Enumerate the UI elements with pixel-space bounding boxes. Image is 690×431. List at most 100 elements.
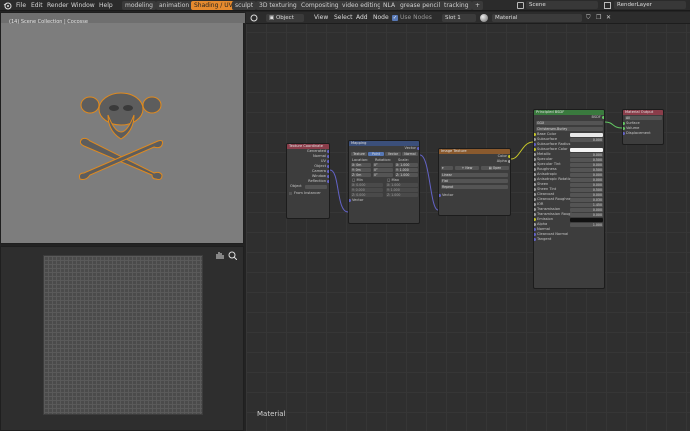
node-editor[interactable]: ▣ Object View Select Add Node ✓ Use Node…: [246, 12, 690, 431]
socket-dot[interactable]: [534, 173, 536, 176]
tab-3d-texturing[interactable]: 3D texturing: [256, 1, 300, 10]
mapping-node[interactable]: Mapping Vector Texture Point Vector Norm…: [348, 140, 420, 224]
socket-dot[interactable]: [327, 155, 329, 158]
object-field[interactable]: [305, 185, 327, 189]
extension-dropdown[interactable]: Repeat: [441, 185, 508, 189]
input-socket[interactable]: Vector: [439, 193, 510, 198]
interpolation-dropdown[interactable]: Linear: [441, 173, 508, 177]
material-output-node[interactable]: Material Output All Surface Volume Displ…: [622, 109, 664, 145]
socket-dot[interactable]: [327, 165, 329, 168]
socket-dot[interactable]: [534, 218, 536, 221]
socket-dot[interactable]: [327, 160, 329, 163]
uv-canvas[interactable]: [43, 255, 203, 415]
socket-dot[interactable]: [534, 138, 536, 141]
tab-texture[interactable]: Texture: [351, 152, 367, 156]
distribution-dropdown[interactable]: GGX: [536, 121, 603, 125]
socket-dot[interactable]: [534, 228, 536, 231]
tab-vector[interactable]: Vector: [385, 152, 401, 156]
socket-dot[interactable]: [534, 133, 536, 136]
texture-coordinate-node[interactable]: Texture Coordinate Generated Normal UV O…: [286, 143, 330, 219]
socket-dot[interactable]: [439, 194, 441, 197]
tab-video-editing[interactable]: video editing: [339, 1, 385, 10]
image-editor[interactable]: [0, 246, 244, 431]
scene-selector[interactable]: Scene: [526, 1, 598, 9]
menu-edit[interactable]: Edit: [31, 2, 43, 9]
blender-logo-icon[interactable]: [3, 1, 12, 10]
socket-dot[interactable]: [534, 198, 536, 201]
input-socket[interactable]: Displacement: [623, 131, 663, 136]
tab-compositing[interactable]: Compositing: [298, 1, 342, 10]
socket-dot[interactable]: [327, 175, 329, 178]
input-socket[interactable]: Tangent: [534, 237, 604, 242]
scale-x-field[interactable]: X: 1.000: [395, 163, 418, 167]
menu-render[interactable]: Render: [47, 2, 68, 9]
3d-viewport[interactable]: (14) Scene Collection | Cocosse: [0, 12, 245, 244]
rotation-y-field[interactable]: 0°: [373, 168, 393, 172]
socket-dot[interactable]: [349, 199, 351, 202]
socket-dot[interactable]: [534, 203, 536, 206]
render-layer-selector[interactable]: RenderLayer: [614, 1, 686, 9]
browse-image-button[interactable]: ▾: [441, 166, 453, 170]
tab-tracking[interactable]: tracking: [441, 1, 472, 10]
tab-point[interactable]: Point: [368, 152, 384, 156]
rotation-x-field[interactable]: 0°: [373, 163, 393, 167]
socket-dot[interactable]: [417, 147, 419, 150]
tab-normal[interactable]: Normal: [402, 152, 418, 156]
socket-dot[interactable]: [534, 148, 536, 151]
socket-dot[interactable]: [508, 155, 510, 158]
zoom-icon[interactable]: [228, 251, 238, 261]
socket-dot[interactable]: [534, 193, 536, 196]
socket-dot[interactable]: [623, 122, 625, 125]
socket-dot[interactable]: [534, 153, 536, 156]
socket-dot[interactable]: [534, 143, 536, 146]
socket-dot[interactable]: [534, 213, 536, 216]
image-texture-node[interactable]: Image Texture Color Alpha ▾ + New ▤ Open…: [438, 148, 511, 216]
open-image-button[interactable]: ▤ Open: [481, 166, 509, 170]
location-z-field[interactable]: Z: 0m: [351, 173, 371, 177]
socket-dot[interactable]: [327, 150, 329, 153]
input-socket[interactable]: Vector: [349, 198, 419, 203]
socket-dot[interactable]: [534, 158, 536, 161]
projection-dropdown[interactable]: Flat: [441, 179, 508, 183]
scale-z-field[interactable]: Z: 1.000: [395, 173, 418, 177]
suzanne-crossbones-object[interactable]: [76, 91, 166, 181]
socket-dot[interactable]: [327, 180, 329, 183]
hand-icon[interactable]: [215, 251, 224, 260]
principled-bsdf-node[interactable]: Principled BSDF BSDF GGX Christensen-Bur…: [533, 109, 605, 289]
tab-shading-uv[interactable]: Shading / UV: [191, 1, 236, 10]
socket-dot[interactable]: [508, 160, 510, 163]
scale-y-field[interactable]: Y: 1.000: [395, 168, 418, 172]
location-x-field[interactable]: X: 0m: [351, 163, 371, 167]
rotation-z-field[interactable]: 0°: [373, 173, 393, 177]
from-instancer-checkbox[interactable]: [289, 192, 292, 195]
min-z-field[interactable]: Z: 0.000: [351, 193, 383, 197]
tab-sculpt[interactable]: sculpt: [232, 1, 257, 10]
max-y-field[interactable]: Y: 1.000: [386, 188, 418, 192]
socket-dot[interactable]: [602, 116, 604, 119]
max-x-field[interactable]: X: 1.000: [386, 183, 418, 187]
min-x-field[interactable]: X: 0.000: [351, 183, 383, 187]
tab-modeling[interactable]: modeling: [122, 1, 156, 10]
socket-dot[interactable]: [534, 208, 536, 211]
socket-dot[interactable]: [534, 233, 536, 236]
socket-dot[interactable]: [623, 132, 625, 135]
socket-dot[interactable]: [534, 223, 536, 226]
tab-grease-pencil[interactable]: grease pencil: [397, 1, 444, 10]
menu-file[interactable]: File: [16, 2, 26, 9]
min-y-field[interactable]: Y: 0.000: [351, 188, 383, 192]
socket-dot[interactable]: [534, 183, 536, 186]
tab-nla[interactable]: NLA: [380, 1, 399, 10]
from-instancer-row[interactable]: From Instancer: [287, 191, 329, 196]
target-dropdown[interactable]: All: [625, 116, 662, 120]
socket-dot[interactable]: [327, 170, 329, 173]
max-z-field[interactable]: Z: 1.000: [386, 193, 418, 197]
subsurface-method-dropdown[interactable]: Christensen-Burley: [536, 127, 603, 131]
socket-dot[interactable]: [534, 238, 536, 241]
socket-dot[interactable]: [534, 188, 536, 191]
new-image-button[interactable]: + New: [455, 166, 479, 170]
socket-dot[interactable]: [623, 127, 625, 130]
socket-dot[interactable]: [534, 178, 536, 181]
location-y-field[interactable]: Y: 0m: [351, 168, 371, 172]
socket-dot[interactable]: [534, 168, 536, 171]
tab-animation[interactable]: animation: [156, 1, 193, 10]
